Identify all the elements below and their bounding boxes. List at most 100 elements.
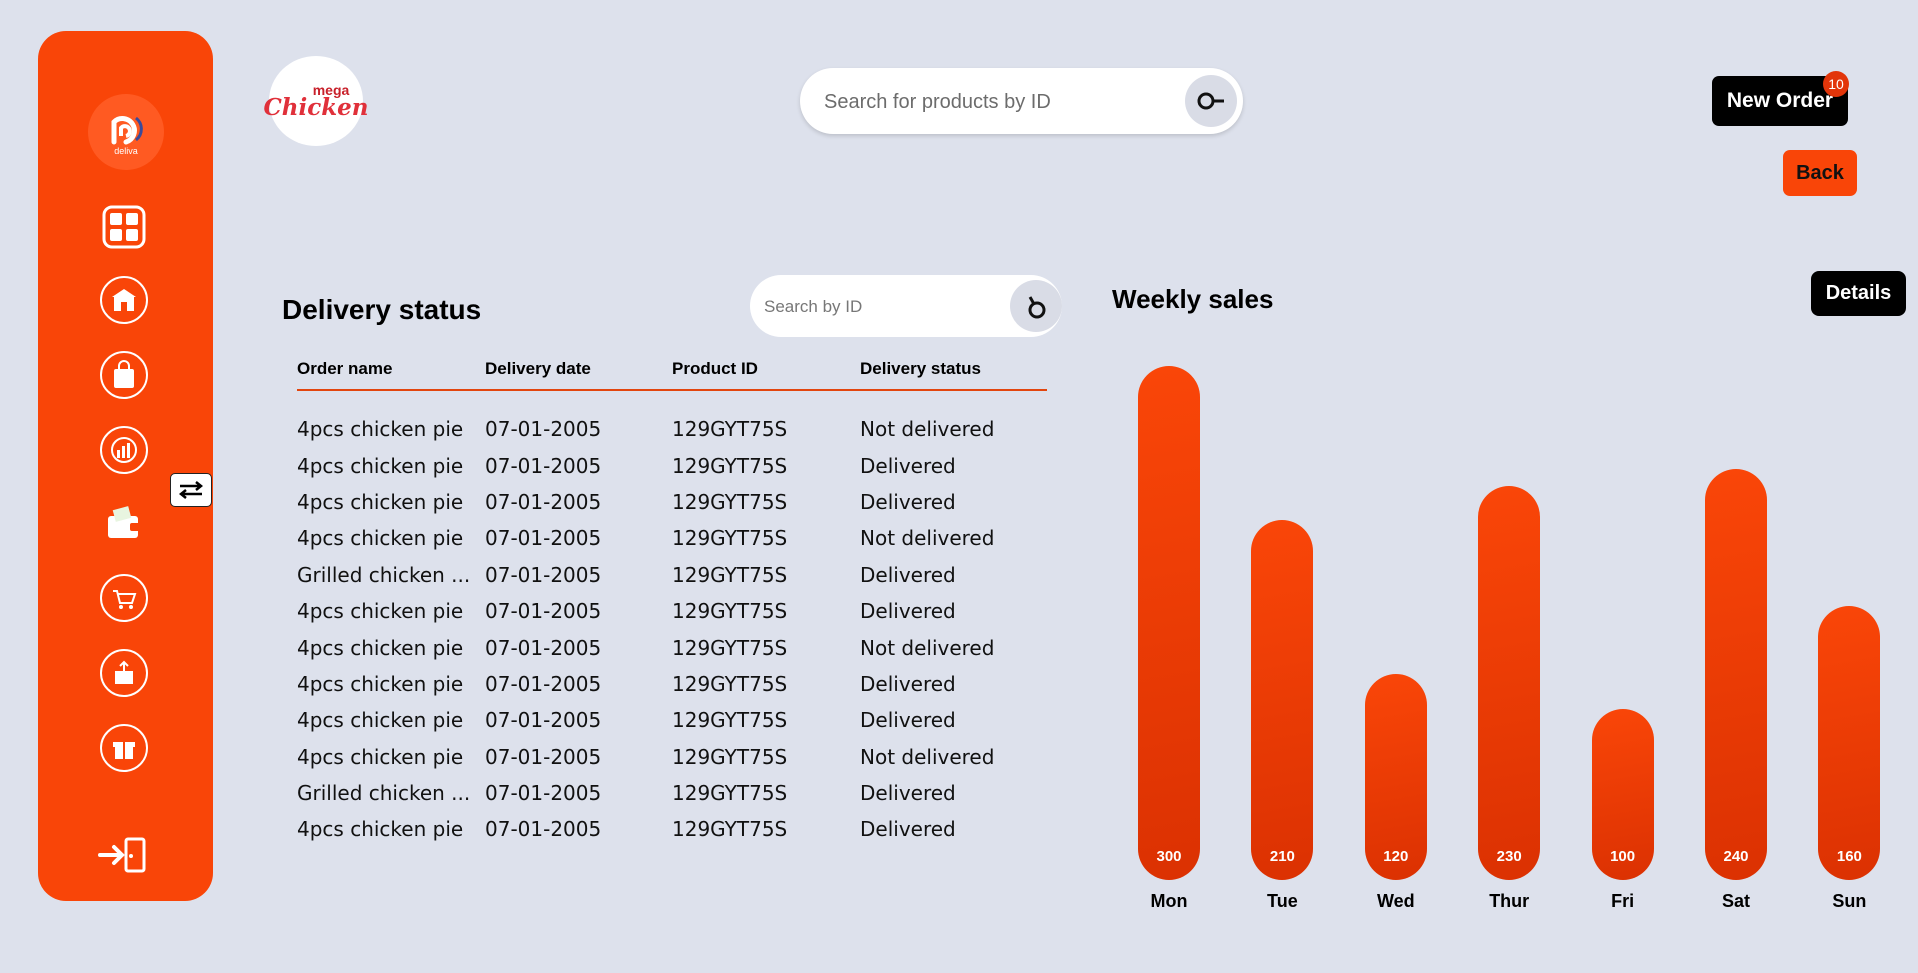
delivery-date-cell: 07-01-2005 bbox=[485, 489, 602, 514]
store-logo-line2: Chicken bbox=[263, 94, 369, 121]
column-header[interactable]: Product ID bbox=[672, 355, 860, 391]
bar-tue[interactable] bbox=[1251, 520, 1314, 880]
product-id-cell: 129GYT75S bbox=[672, 417, 788, 442]
brand-logo[interactable]: deliva bbox=[88, 94, 164, 170]
order-name-cell: 4pcs chicken pie bbox=[297, 708, 464, 733]
product-id-cell: 129GYT75S bbox=[672, 781, 788, 806]
table-header-row: Order name Delivery date Product ID Deli… bbox=[297, 355, 1047, 391]
delivery-date-cell: 07-01-2005 bbox=[485, 817, 602, 842]
product-id-cell: 129GYT75S bbox=[672, 635, 788, 660]
product-id-cell: 129GYT75S bbox=[672, 744, 788, 769]
column-header[interactable]: Delivery date bbox=[485, 355, 672, 391]
bar-value-label: 230 bbox=[1496, 848, 1522, 865]
shopping-bag-icon[interactable] bbox=[100, 351, 148, 399]
table-row[interactable]: Grilled chicken ... 07-01-2005 129GYT75S De… bbox=[297, 557, 1047, 593]
column-header[interactable]: Delivery status bbox=[860, 355, 1047, 391]
order-name-cell: Grilled chicken ... bbox=[297, 562, 471, 587]
search-button[interactable] bbox=[1185, 75, 1237, 127]
product-id-cell: 129GYT75S bbox=[672, 489, 788, 514]
x-axis-label: Wed bbox=[1376, 891, 1415, 911]
deliva-logo-icon bbox=[111, 116, 143, 145]
delivery-status-cell: Not delivered bbox=[860, 417, 995, 442]
gift-icon[interactable] bbox=[100, 724, 148, 772]
delivery-status-cell: Not delivered bbox=[860, 744, 995, 769]
delivery-status-cell: Delivered bbox=[860, 671, 956, 696]
sidebar: deliva bbox=[38, 31, 213, 901]
table-row[interactable]: 4pcs chicken pie 07-01-2005 129GYT75S Deliv… bbox=[297, 484, 1047, 520]
table-row[interactable]: Grilled chicken ... 07-01-2005 129GYT75S De… bbox=[297, 775, 1047, 811]
x-axis-label: Mon bbox=[1150, 891, 1188, 911]
table-row[interactable]: 4pcs chicken pie 07-01-2005 129GYT75S Deliv… bbox=[297, 593, 1047, 629]
bar-value-label: 160 bbox=[1836, 848, 1862, 865]
bar-value-label: 120 bbox=[1383, 848, 1409, 865]
delivery-date-cell: 07-01-2005 bbox=[485, 708, 602, 733]
column-header[interactable]: Order name bbox=[297, 355, 485, 391]
package-icon[interactable] bbox=[100, 649, 148, 697]
table-row[interactable]: 4pcs chicken pie 07-01-2005 129GYT75S Not d… bbox=[297, 629, 1047, 665]
order-name-cell: 4pcs chicken pie bbox=[297, 417, 464, 442]
delivery-status-cell: Delivered bbox=[860, 489, 956, 514]
bar-sat[interactable] bbox=[1705, 468, 1767, 880]
table-row[interactable]: 4pcs chicken pie 07-01-2005 129GYT75S Deliv… bbox=[297, 702, 1047, 738]
logout-icon[interactable] bbox=[94, 831, 150, 879]
delivery-status-cell: Delivered bbox=[860, 562, 956, 587]
product-search-bar bbox=[800, 68, 1243, 136]
delivery-search-input[interactable] bbox=[762, 275, 996, 339]
table-row[interactable]: 4pcs chicken pie 07-01-2005 129GYT75S Deliv… bbox=[297, 811, 1047, 847]
table-row[interactable]: 4pcs chicken pie 07-01-2005 129GYT75S Not d… bbox=[297, 739, 1047, 775]
delivery-search-bar bbox=[750, 275, 1062, 339]
x-axis-label: Thur bbox=[1489, 891, 1530, 911]
table-row[interactable]: 4pcs chicken pie 07-01-2005 129GYT75S Deliv… bbox=[297, 666, 1047, 702]
cart-icon[interactable] bbox=[100, 574, 148, 622]
search-icon bbox=[1197, 92, 1224, 110]
table-row[interactable]: 4pcs chicken pie 07-01-2005 129GYT75S Deliv… bbox=[297, 447, 1047, 483]
delivery-status-cell: Delivered bbox=[860, 599, 956, 624]
delivery-date-cell: 07-01-2005 bbox=[485, 562, 602, 587]
x-axis-label: Fri bbox=[1611, 891, 1635, 911]
delivery-status-cell: Delivered bbox=[860, 817, 956, 842]
delivery-date-cell: 07-01-2005 bbox=[485, 417, 602, 442]
order-name-cell: 4pcs chicken pie bbox=[297, 526, 464, 551]
bar-sun[interactable] bbox=[1818, 605, 1881, 880]
x-axis-label: Tue bbox=[1267, 891, 1298, 911]
delivery-date-cell: 07-01-2005 bbox=[485, 671, 602, 696]
wallet-icon[interactable] bbox=[100, 499, 148, 547]
swap-arrows-icon bbox=[178, 481, 204, 499]
delivery-status-cell: Not delivered bbox=[860, 635, 995, 660]
product-id-cell: 129GYT75S bbox=[672, 562, 788, 587]
bar-thur[interactable] bbox=[1478, 485, 1541, 880]
order-name-cell: 4pcs chicken pie bbox=[297, 489, 464, 514]
back-button[interactable]: Back bbox=[1783, 150, 1857, 196]
table-row[interactable]: 4pcs chicken pie 07-01-2005 129GYT75S Not d… bbox=[297, 390, 1047, 447]
bar-mon[interactable] bbox=[1138, 366, 1200, 880]
product-search-input[interactable] bbox=[822, 68, 1166, 136]
delivery-date-cell: 07-01-2005 bbox=[485, 526, 602, 551]
order-name-cell: Grilled chicken ... bbox=[297, 781, 471, 806]
delivery-status-title: Delivery status bbox=[282, 294, 482, 325]
order-name-cell: 4pcs chicken pie bbox=[297, 817, 464, 842]
bar-value-label: 240 bbox=[1723, 848, 1749, 865]
brand-name: deliva bbox=[114, 146, 138, 156]
x-axis-label: Sat bbox=[1721, 891, 1750, 911]
product-id-cell: 129GYT75S bbox=[672, 671, 788, 696]
order-name-cell: 4pcs chicken pie bbox=[297, 671, 464, 696]
notification-badge: 10 bbox=[1823, 71, 1849, 97]
delivery-status-cell: Not delivered bbox=[860, 526, 995, 551]
bar-value-label: 300 bbox=[1156, 848, 1182, 865]
search-icon bbox=[1028, 296, 1046, 319]
sidebar-toggle-button[interactable] bbox=[170, 473, 212, 507]
restaurant-icon[interactable] bbox=[100, 276, 148, 324]
delivery-status-cell: Delivered bbox=[860, 708, 956, 733]
table-row[interactable]: 4pcs chicken pie 07-01-2005 129GYT75S Not d… bbox=[297, 520, 1047, 556]
analytics-icon[interactable] bbox=[100, 426, 148, 474]
details-button[interactable]: Details bbox=[1811, 271, 1906, 316]
order-name-cell: 4pcs chicken pie bbox=[297, 744, 464, 769]
bar-value-label: 210 bbox=[1269, 848, 1295, 865]
order-name-cell: 4pcs chicken pie bbox=[297, 453, 464, 478]
product-id-cell: 129GYT75S bbox=[672, 453, 788, 478]
dashboard-icon[interactable] bbox=[100, 203, 148, 251]
store-logo: mega Chicken bbox=[263, 56, 369, 146]
delivery-search-button[interactable] bbox=[1010, 280, 1062, 332]
delivery-date-cell: 07-01-2005 bbox=[485, 781, 602, 806]
order-name-cell: 4pcs chicken pie bbox=[297, 635, 464, 660]
